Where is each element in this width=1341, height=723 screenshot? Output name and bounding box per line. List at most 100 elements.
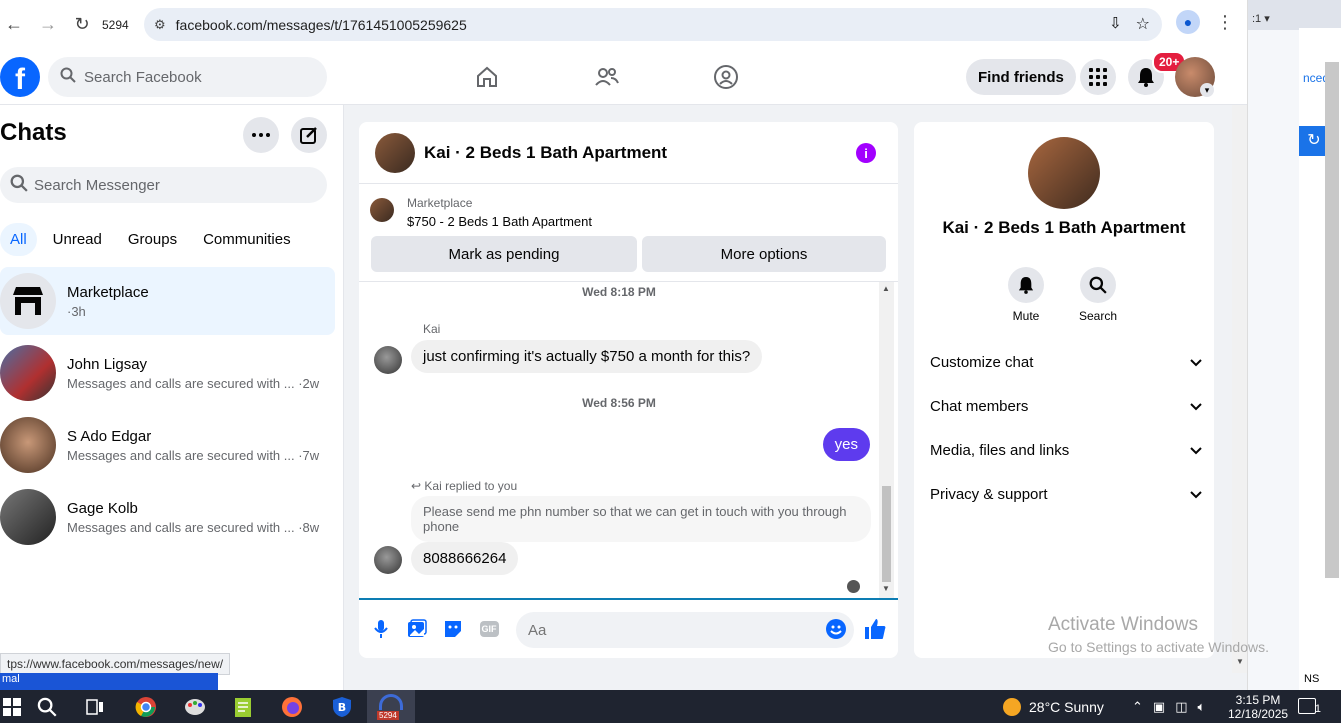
- microphone-icon[interactable]: [370, 618, 392, 640]
- row-label: Customize chat: [930, 353, 1034, 371]
- quoted-message[interactable]: Please send me phn number so that we can…: [411, 496, 871, 542]
- friends-icon[interactable]: [593, 63, 621, 91]
- scroll-thumb[interactable]: [882, 486, 891, 582]
- chat-item-s-ado-edgar[interactable]: S Ado Edgar Messages and calls are secur…: [0, 411, 335, 479]
- profile-icon[interactable]: ●: [1176, 10, 1200, 34]
- facebook-search[interactable]: Search Facebook: [48, 57, 327, 97]
- chevron-up-icon[interactable]: ⌃: [1132, 699, 1143, 715]
- account-chevron-down-icon[interactable]: ▾: [1200, 83, 1214, 97]
- forward-icon[interactable]: →: [34, 11, 62, 39]
- clock[interactable]: 3:15 PM 12/18/2025: [1228, 693, 1288, 721]
- marketplace-label: Marketplace: [407, 196, 473, 210]
- paint-icon[interactable]: [183, 695, 207, 719]
- listing-thumbnail[interactable]: [370, 198, 394, 222]
- timestamp: Wed 8:18 PM: [582, 285, 656, 299]
- chat-preview: Messages and calls are secured with ... …: [67, 519, 320, 535]
- messenger-search-placeholder: Search Messenger: [34, 176, 160, 194]
- chrome-icon[interactable]: [134, 695, 158, 719]
- shield-browser-icon[interactable]: B: [330, 695, 354, 719]
- search-in-conversation-button[interactable]: Search: [1068, 267, 1128, 323]
- filter-unread[interactable]: Unread: [43, 223, 112, 256]
- chat-item-marketplace[interactable]: Marketplace ·3h: [0, 267, 335, 335]
- row-label: Media, files and links: [930, 441, 1070, 459]
- windows-taskbar: B 5294 28°C Sunny ⌃ ▣ ◫ 🔈︎ 3:15 PM 12/18…: [0, 690, 1341, 723]
- emoji-icon[interactable]: [825, 618, 847, 640]
- network-icon[interactable]: ▣: [1153, 699, 1165, 715]
- filter-all[interactable]: All: [0, 223, 37, 256]
- conversation-details-panel: Kai · 2 Beds 1 Bath Apartment Mute Searc…: [914, 122, 1214, 658]
- chat-members-row[interactable]: Chat members: [930, 388, 1202, 424]
- bookmark-star-icon[interactable]: ☆: [1136, 14, 1150, 34]
- media-files-links-row[interactable]: Media, files and links: [930, 432, 1202, 468]
- more-options-button[interactable]: More options: [642, 236, 886, 272]
- conversation-avatar[interactable]: [375, 132, 415, 173]
- photo-icon[interactable]: [406, 618, 428, 640]
- search-icon: [60, 67, 76, 87]
- avatar: [0, 417, 56, 473]
- marketplace-listing-strip: Marketplace $750 - 2 Beds 1 Bath Apartme…: [359, 184, 898, 282]
- customize-chat-row[interactable]: Customize chat: [930, 344, 1202, 380]
- mute-button[interactable]: Mute: [996, 267, 1056, 323]
- sticker-icon[interactable]: [442, 618, 464, 640]
- timestamp: Wed 8:56 PM: [582, 396, 656, 410]
- action-center-icon[interactable]: 1: [1298, 698, 1321, 715]
- privacy-support-row[interactable]: Privacy & support: [930, 476, 1202, 512]
- listing-title[interactable]: $750 - 2 Beds 1 Bath Apartment: [407, 214, 592, 229]
- volume-icon[interactable]: 🔈︎: [1198, 699, 1206, 715]
- site-settings-icon[interactable]: ⚙: [154, 17, 166, 33]
- filter-communities[interactable]: Communities: [193, 223, 301, 256]
- details-avatar[interactable]: [1028, 137, 1100, 209]
- chat-item-gage-kolb[interactable]: Gage Kolb Messages and calls are secured…: [0, 483, 335, 551]
- windows-start-icon[interactable]: [0, 695, 24, 719]
- wifi-icon[interactable]: ◫: [1175, 699, 1187, 715]
- gif-icon[interactable]: GIF: [478, 618, 500, 640]
- conversation-panel: Kai · 2 Beds 1 Bath Apartment i Marketpl…: [359, 122, 898, 658]
- message-scrollbar[interactable]: ▲ ▼: [879, 282, 894, 598]
- chat-item-john-ligsay[interactable]: John Ligsay Messages and calls are secur…: [0, 339, 335, 407]
- background-window-content: nced ↻: [1299, 28, 1341, 690]
- avatar[interactable]: [374, 546, 402, 574]
- chat-preview: ·3h: [67, 303, 86, 319]
- reload-icon[interactable]: ↻: [68, 11, 96, 39]
- home-icon[interactable]: [473, 63, 501, 91]
- facebook-logo-icon[interactable]: f: [0, 57, 40, 97]
- groups-icon[interactable]: [712, 63, 740, 91]
- conversation-title[interactable]: Kai · 2 Beds 1 Bath Apartment: [424, 143, 667, 163]
- messenger-search-input[interactable]: Search Messenger: [0, 167, 327, 203]
- action-center-count: 1: [1314, 703, 1321, 715]
- incoming-message[interactable]: 8088666264: [411, 542, 519, 575]
- blue-strip: mal: [0, 673, 218, 690]
- scroll-up-arrow-icon[interactable]: ▲: [882, 284, 890, 293]
- find-friends-button[interactable]: Find friends: [966, 59, 1076, 95]
- page-scrollbar[interactable]: ▼: [1232, 105, 1247, 673]
- more-options-icon[interactable]: [243, 117, 279, 153]
- message-input[interactable]: [516, 612, 854, 648]
- chat-preview: Messages and calls are secured with ... …: [67, 375, 320, 391]
- install-app-icon[interactable]: ⇩: [1109, 14, 1122, 34]
- active-taskbar-app[interactable]: 5294: [367, 690, 415, 723]
- taskbar-search-icon[interactable]: [35, 695, 59, 719]
- seen-avatar: [847, 580, 860, 593]
- incoming-message[interactable]: just confirming it's actually $750 a mon…: [411, 340, 763, 373]
- scroll-down-arrow-icon[interactable]: ▼: [1236, 657, 1244, 666]
- thumbs-up-icon[interactable]: [864, 618, 886, 640]
- mark-as-pending-button[interactable]: Mark as pending: [371, 236, 637, 272]
- background-scrollbar[interactable]: [1325, 62, 1339, 578]
- notepad-icon[interactable]: [231, 695, 255, 719]
- menu-icon[interactable]: ⋮: [1216, 12, 1234, 33]
- info-icon[interactable]: i: [856, 143, 876, 163]
- tray-icons: ⌃ ▣ ◫ 🔈︎: [1132, 699, 1205, 715]
- back-icon[interactable]: ←: [0, 11, 28, 39]
- weather-widget[interactable]: 28°C Sunny: [1003, 698, 1104, 716]
- avatar[interactable]: [374, 346, 402, 374]
- mute-label: Mute: [1012, 309, 1040, 323]
- firefox-icon[interactable]: [280, 695, 304, 719]
- filter-groups[interactable]: Groups: [118, 223, 187, 256]
- task-view-icon[interactable]: [83, 695, 107, 719]
- new-message-icon[interactable]: [291, 117, 327, 153]
- scroll-down-arrow-icon[interactable]: ▼: [882, 584, 890, 593]
- activate-windows-subtitle: Go to Settings to activate Windows.: [1048, 639, 1269, 655]
- outgoing-message[interactable]: yes: [822, 428, 870, 461]
- address-bar[interactable]: ⚙ facebook.com/messages/t/17614510052596…: [144, 8, 1162, 41]
- menu-grid-icon[interactable]: [1080, 59, 1116, 95]
